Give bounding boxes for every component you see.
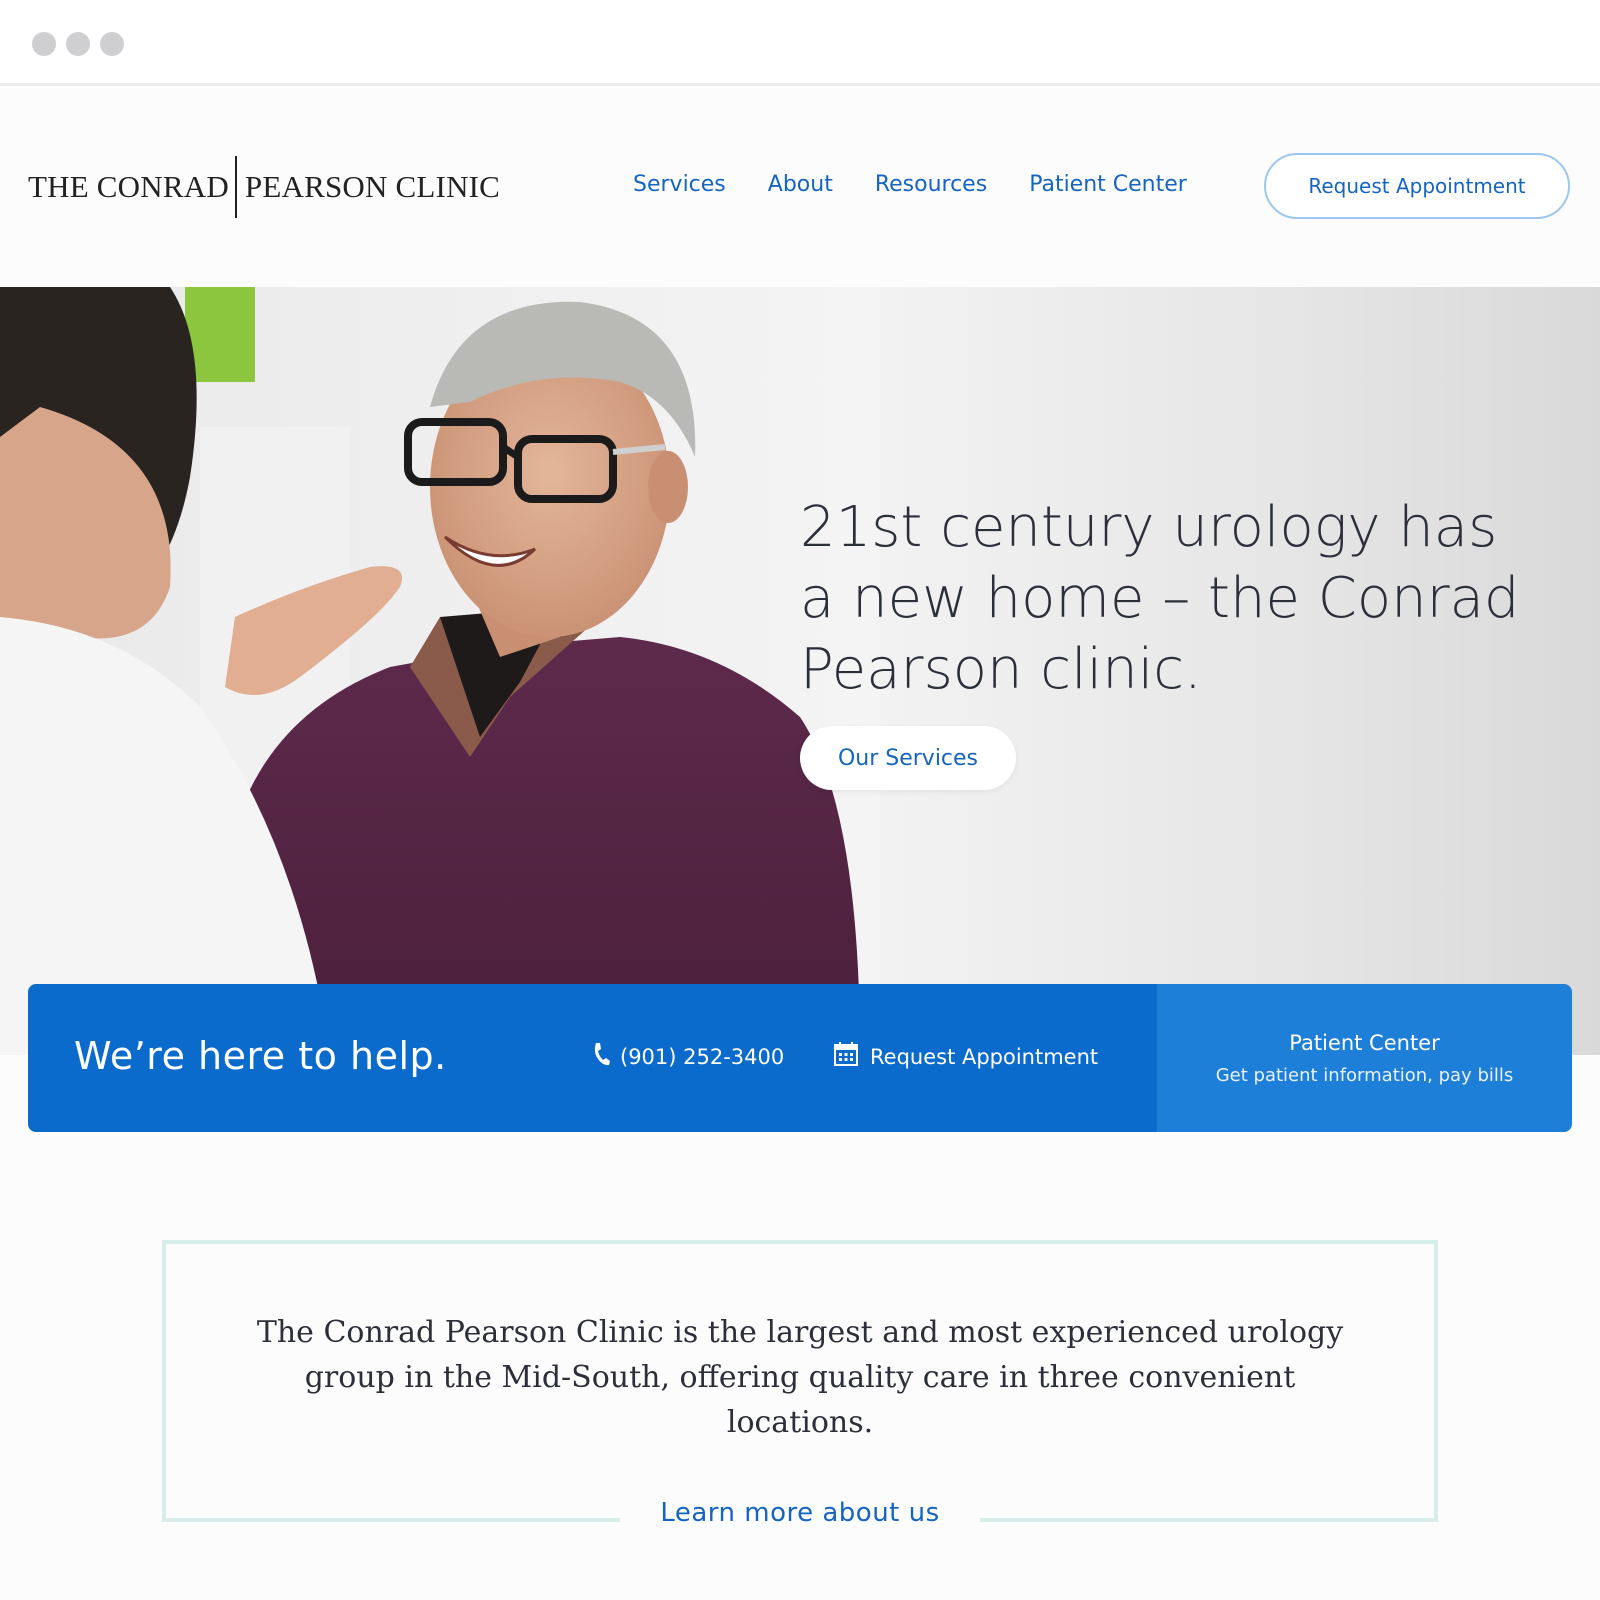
request-appointment-button[interactable]: Request Appointment: [1264, 153, 1570, 219]
patient-center-title: Patient Center: [1289, 1030, 1440, 1055]
patient-center-subtitle: Get patient information, pay bills: [1215, 1064, 1514, 1086]
nav-item-resources[interactable]: Resources: [875, 171, 987, 199]
help-title: We’re here to help.: [74, 1034, 447, 1078]
nav-item-patient-center[interactable]: Patient Center: [1029, 171, 1187, 199]
logo-text-right: PEARSON CLINIC: [244, 169, 501, 204]
site-header: THE CONRAD PEARSON CLINIC Services About…: [0, 89, 1600, 287]
calendar-icon: [834, 1042, 858, 1071]
help-request-appointment-link[interactable]: Request Appointment: [834, 1042, 1098, 1071]
hero-headline: 21st century urology has a new home – th…: [800, 495, 1520, 702]
hero-photo: [0, 287, 880, 1055]
learn-more-link[interactable]: Learn more about us: [620, 1498, 980, 1528]
browser-chrome: [0, 0, 1600, 86]
our-services-button[interactable]: Our Services: [800, 726, 1016, 790]
window-dot-minimize[interactable]: [66, 32, 90, 56]
logo-divider: [234, 156, 237, 218]
about-frame-bottom-right: [980, 1518, 1438, 1522]
phone-link[interactable]: (901) 252-3400: [592, 1042, 784, 1071]
main-nav: Services About Resources Patient Center: [633, 171, 1229, 199]
hero-section: 21st century urology has a new home – th…: [0, 287, 1600, 1055]
patient-center-panel[interactable]: Patient Center Get patient information, …: [1157, 984, 1572, 1132]
logo-text-left: THE CONRAD: [28, 169, 229, 204]
help-bar-main: We’re here to help. (901) 252-3400 Reque…: [28, 984, 1157, 1132]
window-dot-close[interactable]: [32, 32, 56, 56]
about-paragraph: The Conrad Pearson Clinic is the largest…: [256, 1315, 1344, 1440]
about-frame-bottom-left: [162, 1518, 620, 1522]
window-dot-maximize[interactable]: [100, 32, 124, 56]
clinic-logo[interactable]: THE CONRAD PEARSON CLINIC: [28, 155, 500, 219]
help-bar: We’re here to help. (901) 252-3400 Reque…: [28, 984, 1572, 1132]
nav-item-about[interactable]: About: [768, 171, 833, 199]
nav-item-services[interactable]: Services: [633, 171, 726, 199]
help-appointment-label: Request Appointment: [870, 1044, 1099, 1069]
phone-number: (901) 252-3400: [620, 1044, 785, 1069]
phone-icon: [592, 1042, 610, 1071]
